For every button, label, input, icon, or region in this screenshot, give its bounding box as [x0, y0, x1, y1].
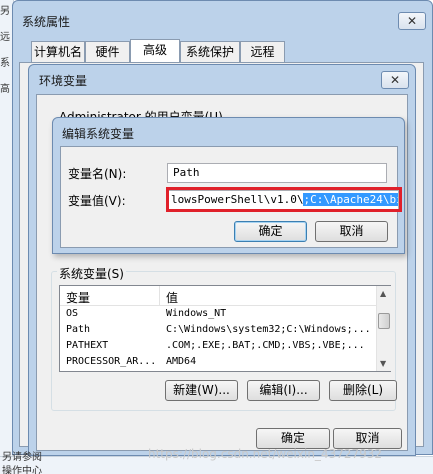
tab-remote[interactable]: 远程 — [240, 41, 285, 63]
dialog-title: 环境变量 — [39, 74, 88, 88]
row-name: PATHEXT — [66, 340, 109, 351]
row-value: .COM;.EXE;.BAT;.CMD;.VBS;.VBE;... — [166, 340, 365, 351]
cancel-button[interactable]: 取消 — [333, 428, 402, 449]
row-name: OS — [66, 308, 79, 319]
delete-button[interactable]: 删除(L) — [329, 380, 397, 401]
variable-name-input[interactable]: Path — [167, 163, 387, 183]
edit-system-variable-dialog: 编辑系统变量 变量名(N): Path 变量值(V): lowsPowerShe… — [52, 117, 405, 254]
scroll-up-icon[interactable]: ▲ — [380, 289, 386, 298]
column-divider[interactable] — [159, 286, 160, 306]
new-button[interactable]: 新建(W)... — [165, 380, 238, 401]
scroll-down-icon[interactable]: ▼ — [380, 359, 386, 368]
background-text: 操作中心 — [2, 466, 42, 474]
close-icon[interactable]: ✕ — [398, 12, 426, 30]
watermark-text: https://blog.csdn.net/weixin_43727932 — [148, 447, 383, 461]
variable-name-value: Path — [173, 166, 200, 179]
cancel-button[interactable]: 取消 — [315, 221, 388, 242]
tab-system-protection[interactable]: 系统保护 — [180, 41, 240, 63]
list-item[interactable]: PATHEXT .COM;.EXE;.BAT;.CMD;.VBS;.VBE;..… — [60, 339, 376, 355]
highlight-annotation — [166, 187, 402, 212]
row-value: Windows_NT — [166, 308, 227, 319]
window-title: 系统属性 — [22, 15, 71, 29]
system-vars-label: 系统变量(S) — [57, 265, 126, 282]
row-name: PROCESSOR_AR... — [66, 356, 157, 367]
background-text: 另 — [0, 6, 10, 17]
column-header-value[interactable]: 值 — [166, 289, 178, 306]
list-header: 变量 值 — [60, 286, 376, 306]
background-text: 系 — [0, 58, 10, 69]
list-item[interactable]: OS Windows_NT — [60, 307, 376, 323]
row-value: AMD64 — [166, 356, 197, 367]
column-header-variable[interactable]: 变量 — [66, 289, 90, 306]
tab-hardware[interactable]: 硬件 — [85, 41, 130, 63]
list-item[interactable]: PROCESSOR_AR... AMD64 — [60, 355, 376, 371]
close-icon[interactable]: ✕ — [381, 71, 409, 89]
vertical-scrollbar[interactable]: ▲ ▼ — [376, 286, 391, 371]
variable-name-label: 变量名(N): — [68, 167, 127, 181]
edit-button[interactable]: 编辑(I)... — [247, 380, 320, 401]
variable-value-label: 变量值(V): — [68, 194, 126, 208]
tab-advanced[interactable]: 高级 — [130, 39, 180, 64]
dialog-title: 编辑系统变量 — [62, 127, 135, 141]
list-item[interactable]: Path C:\Windows\system32;C:\Windows;... — [60, 323, 376, 339]
row-value: C:\Windows\system32;C:\Windows;... — [166, 324, 371, 335]
row-name: Path — [66, 324, 91, 335]
background-text: 另请参阅 — [2, 452, 42, 463]
scrollbar-thumb[interactable] — [378, 313, 390, 329]
ok-button[interactable]: 确定 — [256, 428, 330, 449]
system-vars-list[interactable]: 变量 值 OS Windows_NT Path C:\Windows\syste… — [59, 285, 391, 372]
tab-computer-name[interactable]: 计算机名 — [31, 41, 85, 63]
ok-button[interactable]: 确定 — [234, 221, 307, 242]
background-text: 高 — [0, 84, 10, 95]
background-text: 远 — [0, 32, 10, 43]
